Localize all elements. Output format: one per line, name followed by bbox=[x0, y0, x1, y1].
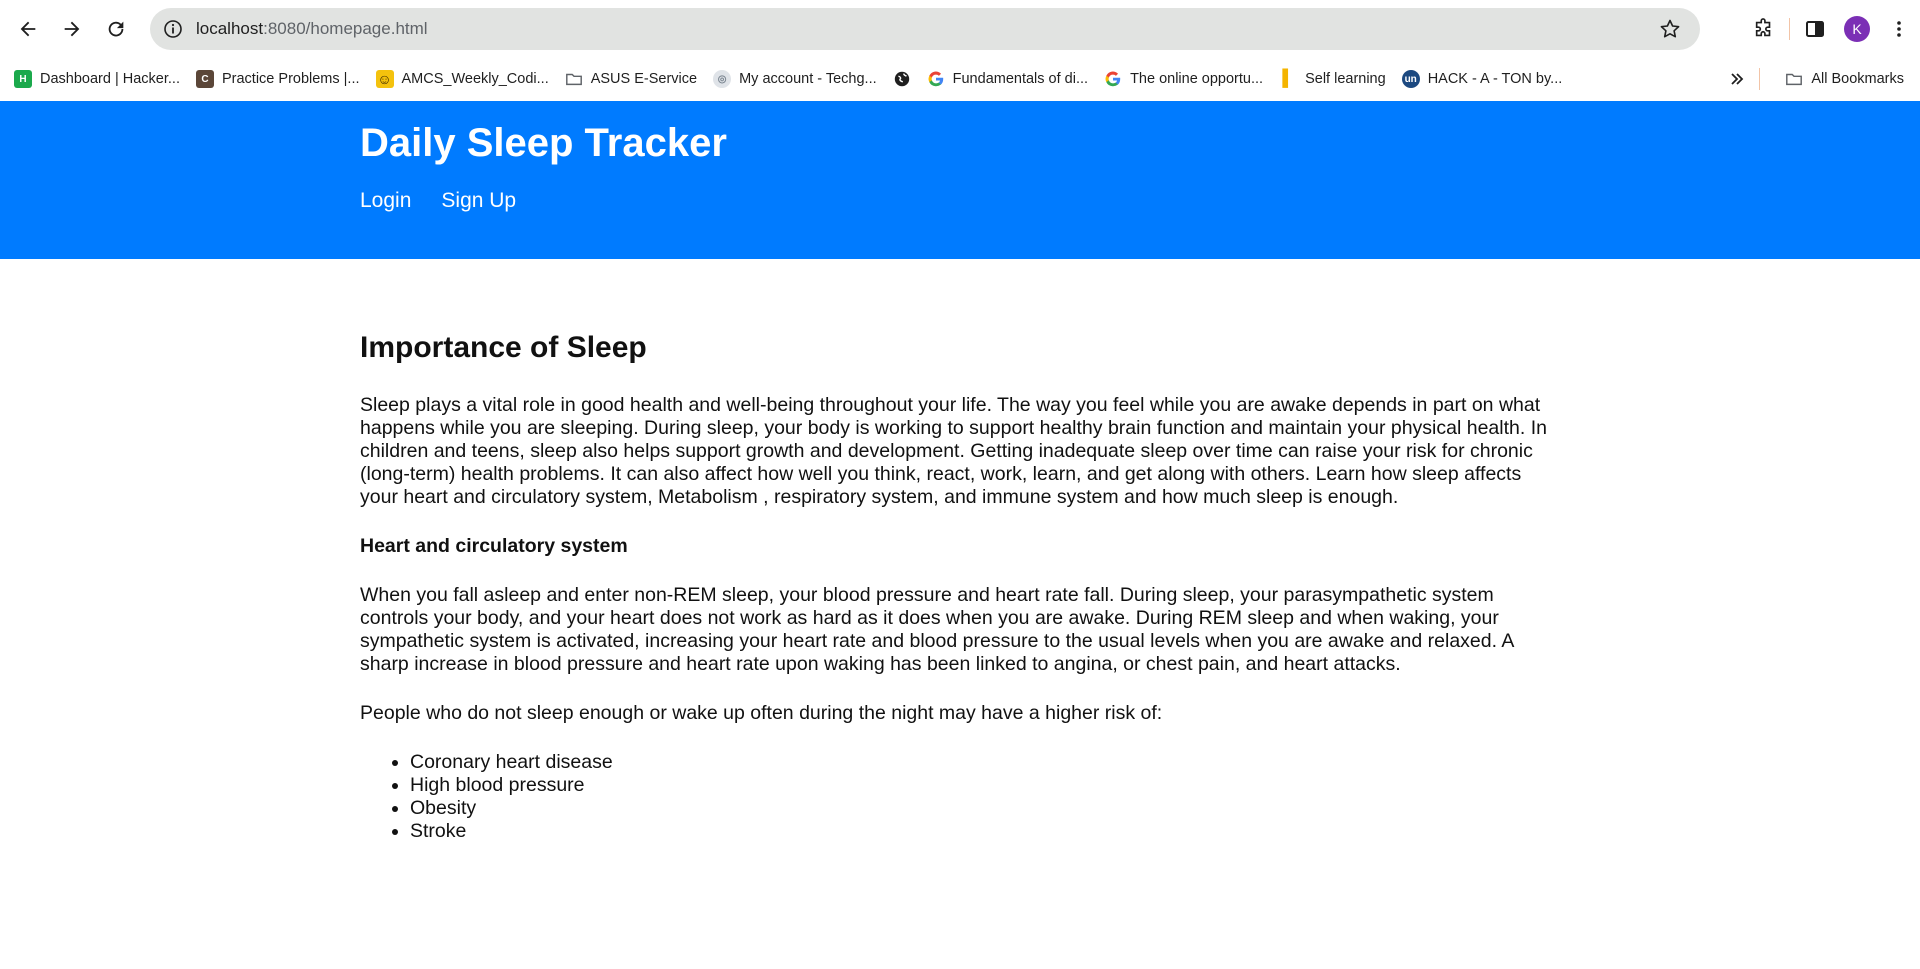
bookmarks-divider bbox=[1759, 68, 1760, 90]
extensions-button[interactable] bbox=[1743, 8, 1785, 50]
list-item: Stroke bbox=[410, 820, 1560, 843]
main-content: Importance of Sleep Sleep plays a vital … bbox=[360, 330, 1560, 843]
bookmark-label: The online opportu... bbox=[1130, 71, 1264, 87]
bookmark-item[interactable]: ▌ Self learning bbox=[1271, 64, 1394, 94]
bookmark-item[interactable]: ASUS E-Service bbox=[557, 64, 705, 94]
list-item: High blood pressure bbox=[410, 774, 1560, 797]
section-heading: Importance of Sleep bbox=[360, 331, 647, 364]
google-icon bbox=[927, 70, 945, 88]
url-host: localhost bbox=[196, 19, 264, 38]
subsection-heading: Heart and circulatory system bbox=[360, 535, 628, 557]
signup-link[interactable]: Sign Up bbox=[441, 189, 516, 213]
intro-paragraph: Sleep plays a vital role in good health … bbox=[360, 394, 1547, 508]
address-bar[interactable]: localhost:8080/homepage.html bbox=[150, 8, 1700, 50]
site-header: Daily Sleep Tracker Login Sign Up bbox=[0, 101, 1920, 259]
bookmark-item[interactable]: ☺ AMCS_Weekly_Codi... bbox=[368, 64, 557, 94]
kebab-menu-icon bbox=[1897, 21, 1901, 37]
reload-icon bbox=[108, 21, 124, 37]
bookmarks-bar: H Dashboard | Hacker... C Practice Problems… bbox=[0, 58, 1920, 100]
profile-button[interactable]: K bbox=[1836, 8, 1878, 50]
list-item: Obesity bbox=[410, 797, 1560, 820]
login-link[interactable]: Login bbox=[360, 189, 411, 213]
all-bookmarks-label: All Bookmarks bbox=[1811, 71, 1904, 87]
heart-paragraph: When you fall asleep and enter non-REM s… bbox=[360, 584, 1514, 675]
bookmark-label: Practice Problems |... bbox=[221, 71, 360, 87]
reload-button[interactable] bbox=[96, 9, 136, 49]
puzzle-icon bbox=[1755, 18, 1771, 37]
bookmark-label: Fundamentals of di... bbox=[952, 71, 1089, 87]
browser-actions: K bbox=[1743, 8, 1920, 50]
codechef-icon: C bbox=[195, 70, 214, 88]
list-item: Coronary heart disease bbox=[410, 751, 1560, 774]
bookmarks-overflow-button[interactable] bbox=[1722, 64, 1752, 94]
side-panel-button[interactable] bbox=[1794, 8, 1836, 50]
bookmark-item[interactable]: The online opportu... bbox=[1096, 64, 1271, 94]
menu-button[interactable] bbox=[1878, 8, 1920, 50]
globe-icon bbox=[893, 70, 911, 88]
bookmark-label: My account - Techg... bbox=[739, 71, 877, 87]
bookmark-star-icon[interactable] bbox=[1658, 17, 1682, 41]
google-icon bbox=[1104, 70, 1122, 88]
bookmark-label: HACK - A - TON by... bbox=[1427, 71, 1563, 87]
folder-icon bbox=[565, 70, 583, 88]
unstop-icon: un bbox=[1401, 70, 1420, 88]
bookmark-item[interactable]: H Dashboard | Hacker... bbox=[6, 64, 188, 94]
forward-button[interactable] bbox=[52, 9, 92, 49]
side-panel-icon bbox=[1806, 21, 1824, 37]
browser-toolbar: localhost:8080/homepage.html K bbox=[0, 0, 1920, 58]
site-info-icon[interactable] bbox=[160, 16, 186, 42]
url-path: :8080/homepage.html bbox=[263, 19, 428, 38]
avatar: K bbox=[1844, 16, 1870, 42]
bookmark-label: ASUS E-Service bbox=[590, 71, 698, 87]
bookmark-label: Dashboard | Hacker... bbox=[40, 71, 180, 87]
bookmark-item[interactable] bbox=[885, 64, 919, 94]
bar-chart-icon: ▌ bbox=[1282, 70, 1294, 87]
arrow-right-icon bbox=[64, 21, 80, 37]
techgig-icon: ◎ bbox=[713, 70, 732, 88]
toolbar-divider bbox=[1789, 18, 1790, 40]
bookmark-item[interactable]: ◎ My account - Techg... bbox=[705, 64, 885, 94]
risk-list: Coronary heart disease High blood pressu… bbox=[360, 751, 1560, 843]
double-chevron-right-icon bbox=[1731, 73, 1744, 85]
all-bookmarks-button[interactable]: All Bookmarks bbox=[1777, 64, 1912, 94]
smiley-icon: ☺ bbox=[375, 70, 394, 88]
bookmark-label: Self learning bbox=[1305, 71, 1386, 87]
bookmark-item[interactable]: Fundamentals of di... bbox=[919, 64, 1096, 94]
bookmark-item[interactable]: un HACK - A - TON by... bbox=[1394, 64, 1571, 94]
hackerrank-icon: H bbox=[14, 70, 32, 88]
bookmark-label: AMCS_Weekly_Codi... bbox=[401, 71, 549, 87]
bookmark-item[interactable]: C Practice Problems |... bbox=[188, 64, 368, 94]
arrow-left-icon bbox=[20, 21, 36, 37]
folder-icon bbox=[1785, 70, 1803, 88]
risk-intro: People who do not sleep enough or wake u… bbox=[360, 702, 1163, 724]
site-nav: Login Sign Up bbox=[360, 189, 546, 213]
url-text[interactable]: localhost:8080/homepage.html bbox=[196, 19, 428, 39]
back-button[interactable] bbox=[8, 9, 48, 49]
site-title: Daily Sleep Tracker bbox=[360, 121, 727, 165]
